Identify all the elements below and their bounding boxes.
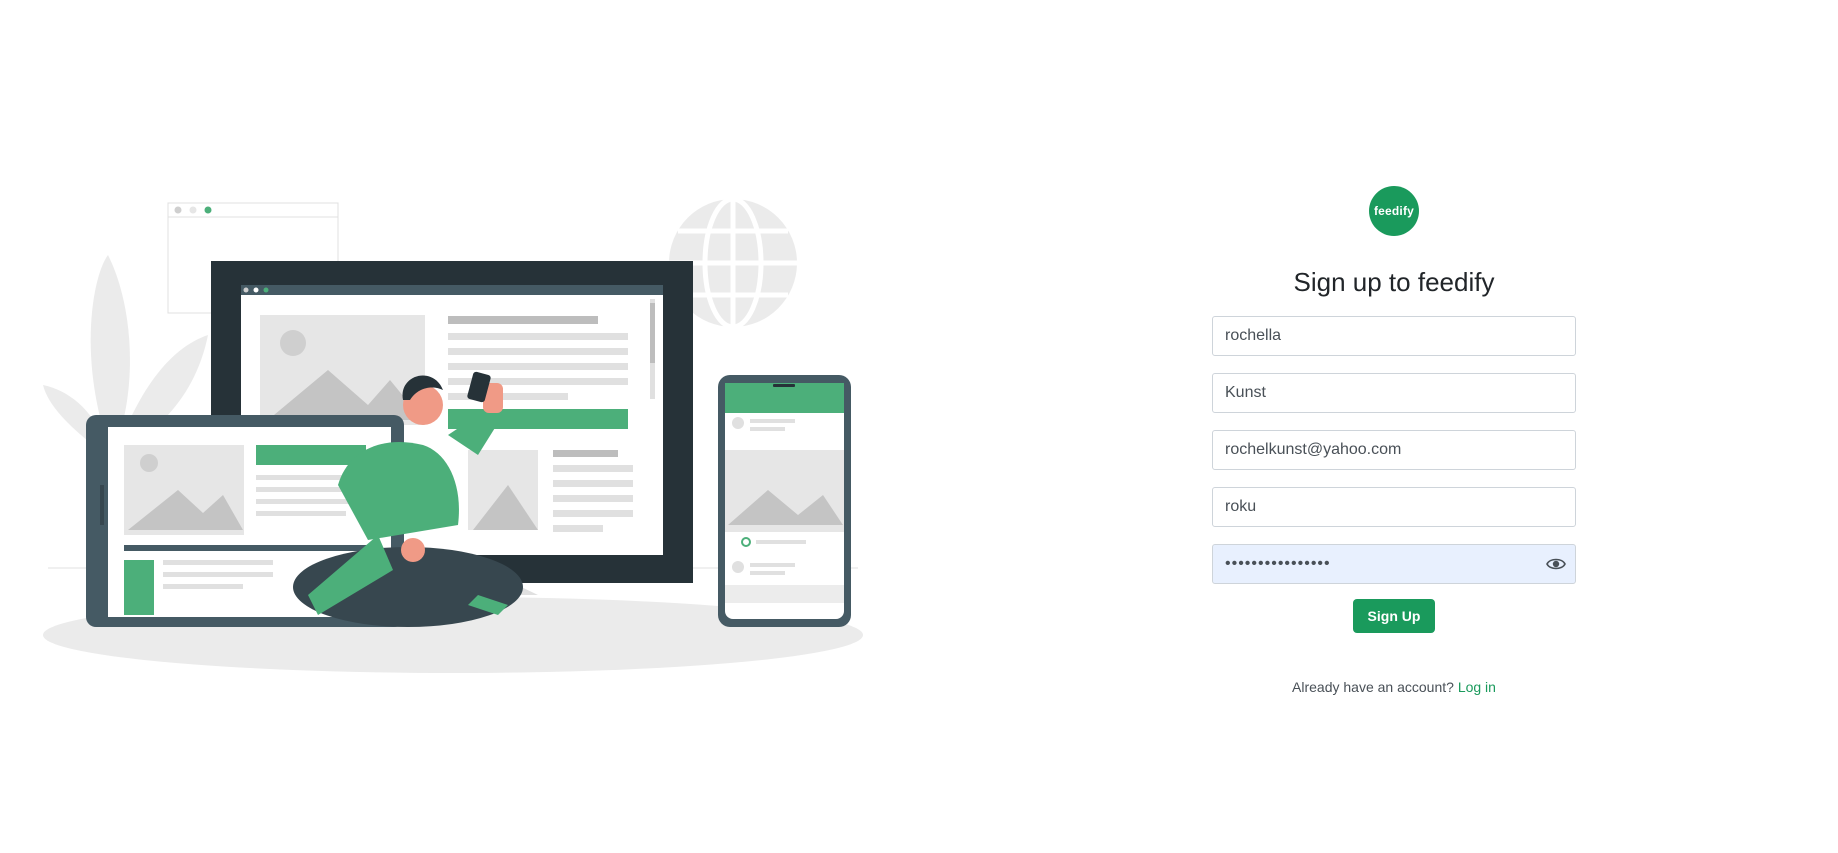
devices-illustration	[43, 196, 863, 673]
feedify-logo: feedify	[1369, 186, 1419, 236]
last-name-input[interactable]	[1212, 373, 1576, 413]
login-prompt-text: Already have an account?	[1292, 679, 1454, 695]
login-prompt: Already have an account? Log in	[1212, 679, 1576, 695]
logo-text: feedify	[1373, 204, 1415, 218]
login-link[interactable]: Log in	[1458, 679, 1496, 695]
first-name-field-wrap	[1212, 316, 1576, 356]
last-name-field-wrap	[1212, 373, 1576, 413]
submit-wrap: Sign Up	[1212, 599, 1576, 633]
page-title: Sign up to feedify	[1293, 267, 1495, 297]
password-field-wrap	[1212, 544, 1576, 584]
username-input[interactable]	[1212, 487, 1576, 527]
sign-up-button[interactable]: Sign Up	[1352, 599, 1436, 633]
username-field-wrap	[1212, 487, 1576, 527]
first-name-input[interactable]	[1212, 316, 1576, 356]
signup-form: feedify Sign up to feedify Sign Up Alrea…	[1212, 186, 1576, 695]
eye-icon[interactable]	[1546, 555, 1566, 573]
password-input[interactable]	[1212, 544, 1576, 584]
signup-page: feedify Sign up to feedify Sign Up Alrea…	[0, 0, 1838, 853]
email-field-wrap	[1212, 430, 1576, 470]
email-input[interactable]	[1212, 430, 1576, 470]
